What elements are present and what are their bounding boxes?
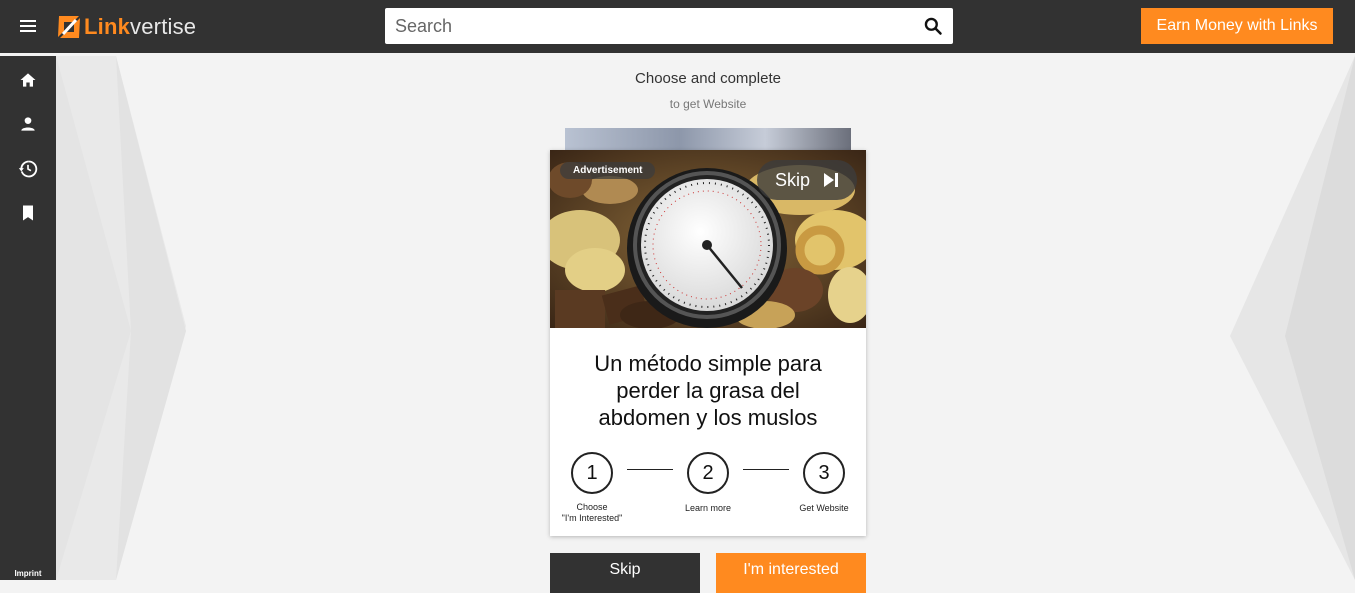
linkvertise-logo-icon bbox=[58, 16, 80, 38]
bookmark-icon[interactable] bbox=[18, 203, 38, 223]
step-connector bbox=[743, 469, 789, 470]
advertisement-badge: Advertisement bbox=[560, 162, 656, 179]
step-2-circle: 2 bbox=[687, 452, 729, 494]
step-2-number: 2 bbox=[702, 461, 714, 484]
history-icon[interactable] bbox=[18, 159, 38, 179]
background-decoration-left bbox=[56, 56, 186, 580]
skip-next-icon bbox=[824, 173, 839, 187]
step-1-circle: 1 bbox=[571, 452, 613, 494]
search-bar bbox=[385, 8, 953, 44]
ad-skip-button[interactable]: Skip bbox=[757, 160, 857, 200]
earn-money-button[interactable]: Earn Money with Links bbox=[1141, 8, 1333, 44]
ad-headline[interactable]: Un método simple para perder la grasa de… bbox=[568, 350, 848, 431]
step-3-label: Get Website bbox=[799, 503, 849, 513]
interested-button[interactable]: I'm interested bbox=[716, 553, 866, 593]
logo-text: Linkvertise bbox=[84, 14, 196, 40]
step-2-label: Learn more bbox=[684, 503, 732, 513]
home-icon[interactable] bbox=[18, 70, 38, 90]
logo-text-secondary: vertise bbox=[130, 14, 197, 39]
ad-image[interactable]: Advertisement Skip bbox=[550, 150, 866, 328]
account-icon[interactable] bbox=[18, 114, 38, 134]
step-3-circle: 3 bbox=[803, 452, 845, 494]
menu-icon[interactable] bbox=[18, 16, 38, 36]
logo-text-primary: Link bbox=[84, 14, 131, 39]
page-title: Choose and complete bbox=[635, 70, 781, 87]
ad-skip-label: Skip bbox=[775, 169, 811, 190]
sidebar: Imprint bbox=[0, 56, 56, 580]
top-bar: Linkvertise Earn Money with Links bbox=[0, 0, 1355, 53]
step-connector bbox=[627, 469, 673, 470]
skip-button[interactable]: Skip bbox=[550, 553, 700, 593]
step-1-label: Choose "I'm Interested" bbox=[542, 502, 642, 524]
search-input[interactable] bbox=[385, 9, 905, 43]
search-icon[interactable] bbox=[923, 16, 943, 36]
ad-card: Advertisement Skip Un método simple para… bbox=[550, 150, 866, 536]
background-decoration-right bbox=[1230, 56, 1355, 580]
step-1-label-line2: "I'm Interested" bbox=[561, 513, 623, 523]
step-3-number: 3 bbox=[818, 461, 830, 484]
step-1-number: 1 bbox=[586, 461, 598, 484]
page-subtitle: to get Website bbox=[669, 97, 747, 111]
logo[interactable]: Linkvertise bbox=[56, 13, 196, 41]
step-1-label-line1: Choose bbox=[576, 502, 608, 512]
imprint-link[interactable]: Imprint bbox=[0, 569, 56, 578]
